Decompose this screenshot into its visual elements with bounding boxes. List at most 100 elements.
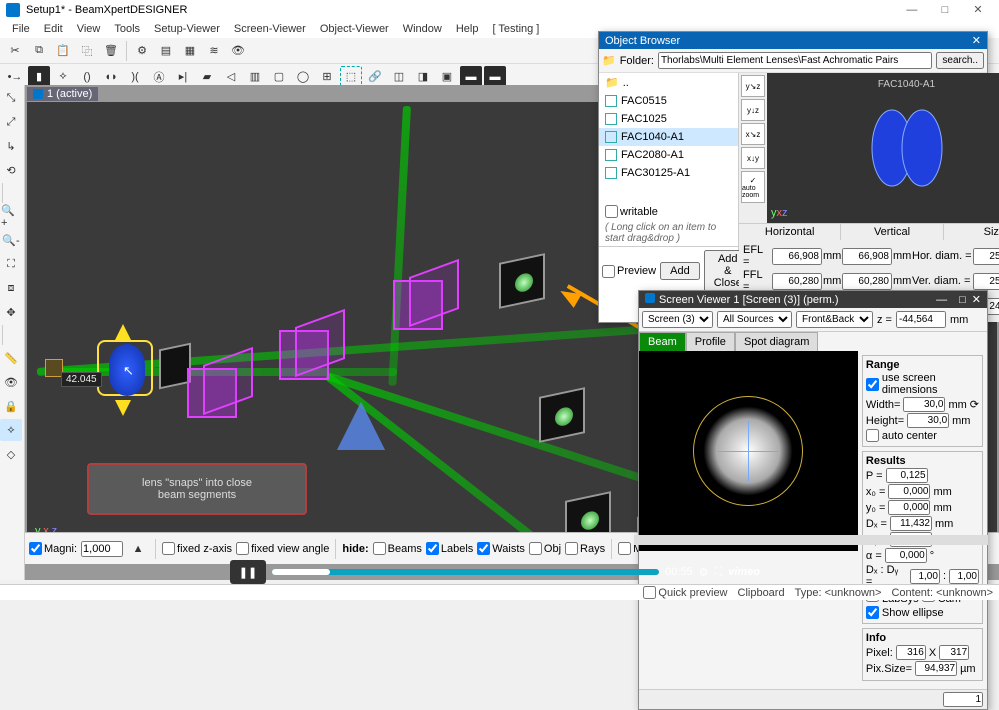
misc-button[interactable]: ◇	[0, 443, 22, 465]
tab-beam[interactable]: Beam	[639, 332, 686, 351]
frontback-select[interactable]: Front&Back	[796, 311, 873, 328]
object-preview-3d[interactable]: FAC1040-A1 yxz	[767, 73, 999, 223]
fixed-view-checkbox[interactable]: fixed view angle	[236, 542, 329, 555]
duplicate-button[interactable]: ⿻	[76, 40, 98, 62]
calc-button[interactable]: ▦	[179, 40, 201, 62]
zoom-region-button[interactable]: ⧈	[0, 277, 22, 299]
menu-object-viewer[interactable]: Object-Viewer	[314, 21, 395, 37]
range-height-input[interactable]	[907, 413, 949, 428]
efl-v-input[interactable]	[842, 248, 892, 265]
eye-button[interactable]: 👁	[0, 371, 22, 393]
view-iso-button[interactable]: x↓y	[741, 147, 765, 169]
menu-file[interactable]: File	[6, 21, 36, 37]
quick-preview-checkbox[interactable]: Quick preview	[643, 586, 727, 599]
range-width-input[interactable]	[903, 397, 945, 412]
prism-element[interactable]	[337, 402, 385, 450]
use-dimensions-checkbox[interactable]: use screen dimensions	[866, 372, 979, 396]
ffl-h-input[interactable]	[772, 273, 822, 290]
preview-checkbox[interactable]: Preview	[602, 265, 656, 278]
properties-button[interactable]: ▤	[155, 40, 177, 62]
show-ellipse-checkbox[interactable]: Show ellipse	[866, 606, 979, 619]
ffl-v-input[interactable]	[842, 273, 892, 290]
writable-checkbox[interactable]: writable	[599, 203, 738, 220]
snap-lens-button[interactable]: ⟡	[0, 419, 22, 441]
axis-yz-button[interactable]: ↳	[0, 135, 22, 157]
ver-diam-input[interactable]	[973, 273, 999, 290]
settings-button[interactable]: ⚙	[131, 40, 153, 62]
hide-rays-checkbox[interactable]: Rays	[565, 542, 605, 555]
zoom-fit-button[interactable]: ⛶	[0, 253, 22, 275]
video-progress[interactable]	[272, 569, 659, 575]
object-list[interactable]: 📁.. FAC0515 FAC1025 FAC1040-A1 FAC2080-A…	[599, 73, 738, 203]
panel-close-button[interactable]: ✕	[972, 294, 981, 306]
move-handle-up-icon[interactable]	[115, 324, 131, 340]
zoom-out-button[interactable]: 🔍-	[0, 229, 22, 251]
panel-min-button[interactable]: —	[936, 294, 947, 306]
beamsplitter-cube[interactable]	[393, 280, 443, 330]
menu-help[interactable]: Help	[450, 21, 485, 37]
z-input[interactable]	[896, 311, 946, 328]
settings-icon[interactable]: ⚙	[699, 566, 709, 579]
lock-button[interactable]: 🔒	[0, 395, 22, 417]
axis-reset-button[interactable]: ⟲	[0, 159, 22, 181]
hor-diam-input[interactable]	[973, 248, 999, 265]
list-item-up[interactable]: 📁..	[599, 73, 738, 92]
axis-xz-button[interactable]: ⤢	[0, 111, 22, 133]
fixed-z-checkbox[interactable]: fixed z-axis	[162, 542, 232, 555]
sources-select[interactable]: All Sources	[717, 311, 792, 328]
move-handle-down-icon[interactable]	[115, 400, 131, 416]
magnification-control[interactable]: Magni:	[29, 542, 77, 555]
fullscreen-icon[interactable]: ⛶	[715, 566, 723, 579]
viewport-tab[interactable]: 1 (active)	[27, 87, 98, 101]
panel-max-button[interactable]: □	[959, 294, 966, 306]
menu-screen-viewer[interactable]: Screen-Viewer	[228, 21, 312, 37]
list-item[interactable]: FAC30125-A1	[599, 164, 738, 182]
list-item[interactable]: FAC2080-A1	[599, 146, 738, 164]
auto-center-checkbox[interactable]: auto center	[866, 429, 979, 442]
view-yz-button[interactable]: x↘z	[741, 123, 765, 145]
menu-setup-viewer[interactable]: Setup-Viewer	[148, 21, 226, 37]
view-xz-button[interactable]: y↓z	[741, 99, 765, 121]
close-button[interactable]: ✕	[963, 1, 993, 19]
beamsplitter-cube[interactable]	[279, 330, 329, 380]
hide-beams-checkbox[interactable]: Beams	[373, 542, 422, 555]
tab-profile[interactable]: Profile	[686, 332, 735, 351]
cut-button[interactable]: ✂	[4, 40, 26, 62]
autozoom-checkbox[interactable]: ✓auto zoom	[741, 171, 765, 203]
folder-path-input[interactable]	[658, 52, 932, 69]
play-button[interactable]: ❚❚	[230, 560, 266, 584]
measure-button[interactable]: 📏	[0, 347, 22, 369]
copy-button[interactable]: ⧉	[28, 40, 50, 62]
menu-window[interactable]: Window	[397, 21, 448, 37]
delete-button[interactable]: 🗑	[100, 40, 122, 62]
magni-up-button[interactable]: ▲	[127, 538, 149, 560]
screen-viewer-panel[interactable]: Screen Viewer 1 [Screen (3)] (perm.) —□✕…	[638, 290, 988, 710]
add-button[interactable]: Add	[660, 262, 700, 280]
menu-edit[interactable]: Edit	[38, 21, 69, 37]
list-item-selected[interactable]: FAC1040-A1	[599, 128, 738, 146]
render-button[interactable]: ≋	[203, 40, 225, 62]
axis-xy-button[interactable]: ⤡	[0, 87, 22, 109]
screen-viewer-title[interactable]: Screen Viewer 1 [Screen (3)] (perm.) —□✕	[639, 291, 987, 308]
list-item[interactable]: FAC1025	[599, 110, 738, 128]
screen-select[interactable]: Screen (3)	[642, 311, 713, 328]
frame-counter[interactable]	[943, 692, 983, 707]
panel-close-button[interactable]: ✕	[972, 34, 981, 47]
menu-testing[interactable]: [ Testing ]	[486, 21, 545, 37]
maximize-button[interactable]: □	[930, 1, 960, 19]
search-button[interactable]: search..	[936, 52, 984, 69]
view-xy-button[interactable]: y↘z	[741, 75, 765, 97]
link-icon[interactable]: ⟳	[970, 398, 979, 411]
screen-element[interactable]	[539, 387, 585, 443]
beam-image[interactable]	[639, 351, 858, 551]
list-item[interactable]: FAC0515	[599, 92, 738, 110]
horizontal-scrollbar[interactable]	[634, 535, 988, 545]
tab-spot[interactable]: Spot diagram	[735, 332, 818, 351]
menu-view[interactable]: View	[71, 21, 107, 37]
minimize-button[interactable]: —	[897, 1, 927, 19]
hide-waists-checkbox[interactable]: Waists	[477, 542, 525, 555]
zoom-in-button[interactable]: 🔍+	[0, 205, 22, 227]
hide-obj-checkbox[interactable]: Obj	[529, 542, 561, 555]
toggle-button[interactable]: 👁	[227, 40, 249, 62]
vimeo-logo[interactable]: vimeo	[728, 566, 760, 578]
